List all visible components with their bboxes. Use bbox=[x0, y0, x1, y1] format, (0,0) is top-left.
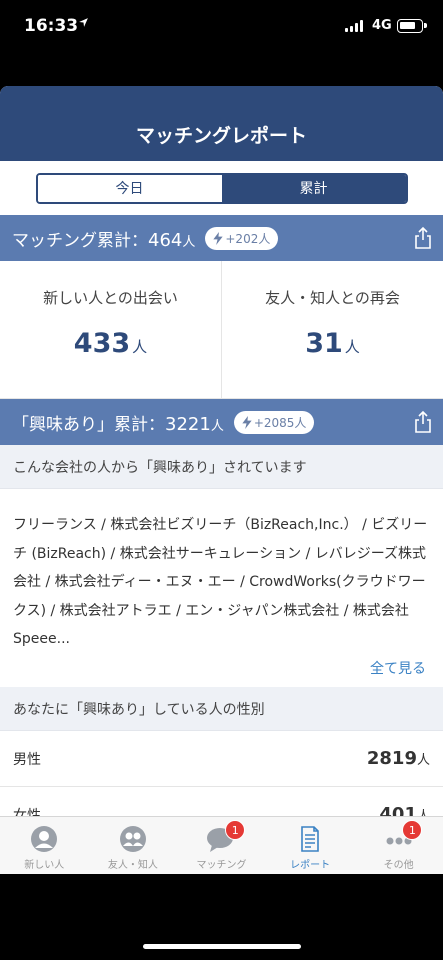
location-arrow-icon bbox=[78, 17, 89, 32]
gender-row-male: 男性 2819人 bbox=[0, 731, 443, 787]
period-segmented-control: 今日 累計 bbox=[35, 172, 408, 204]
new-encounters-number: 433 bbox=[73, 328, 131, 359]
reunion-label: 友人・知人との再会 bbox=[265, 289, 400, 307]
new-encounters-stat: 新しい人との出会い 433 人 bbox=[0, 261, 221, 398]
tab-report[interactable]: レポート bbox=[266, 817, 355, 874]
companies-list: フリーランス / 株式会社ビズリーチ（BizReach,Inc.） / ビズリー… bbox=[0, 489, 443, 687]
male-label: 男性 bbox=[13, 751, 41, 768]
tab-matching[interactable]: 1 マッチング bbox=[177, 817, 266, 874]
matching-total-unit: 人 bbox=[182, 234, 196, 250]
reunion-unit: 人 bbox=[344, 338, 360, 356]
network-type: 4G bbox=[372, 18, 392, 33]
bottom-tab-bar: 新しい人 友人・知人 1 マッチング レポート 1 その他 bbox=[0, 816, 443, 874]
interest-total-title: 「興味あり」累計：3221人 bbox=[12, 410, 224, 435]
status-time: 16:33 bbox=[24, 16, 79, 36]
segment-bar: 今日 累計 bbox=[0, 161, 443, 215]
report-icon bbox=[295, 825, 325, 853]
interest-total-bar: 「興味あり」累計：3221人 +2085人 bbox=[0, 399, 443, 445]
tab-friends-label: 友人・知人 bbox=[107, 860, 158, 871]
male-value: 2819人 bbox=[367, 748, 430, 769]
interest-total-value: 3221 bbox=[165, 413, 211, 435]
lightning-icon bbox=[242, 415, 252, 429]
tab-new-people[interactable]: 新しい人 bbox=[0, 817, 89, 874]
companies-heading: こんな会社の人から「興味あり」されています bbox=[0, 445, 443, 489]
page-header: マッチングレポート bbox=[0, 86, 443, 161]
new-encounters-label: 新しい人との出会い bbox=[43, 289, 178, 307]
battery-icon bbox=[397, 19, 427, 33]
matching-total-bar: マッチング累計：464人 +202人 bbox=[0, 215, 443, 261]
reunion-stat: 友人・知人との再会 31 人 bbox=[221, 261, 443, 398]
tab-matching-label: マッチング bbox=[196, 860, 247, 871]
matching-total-label: マッチング累計： bbox=[12, 230, 148, 251]
reunion-value: 31 人 bbox=[305, 328, 360, 359]
interest-total-unit: 人 bbox=[210, 418, 224, 434]
friends-icon bbox=[118, 825, 148, 853]
segment-total[interactable]: 累計 bbox=[221, 174, 406, 202]
new-encounters-unit: 人 bbox=[132, 338, 148, 356]
male-number: 2819 bbox=[366, 748, 417, 769]
male-unit: 人 bbox=[416, 753, 430, 768]
tab-more-label: その他 bbox=[383, 860, 414, 871]
share-icon[interactable] bbox=[413, 410, 433, 434]
see-all-link[interactable]: 全て見る bbox=[370, 658, 426, 678]
app-window: マッチングレポート 今日 累計 マッチング累計：464人 +202人 新しい人と… bbox=[0, 86, 443, 874]
matching-total-value: 464 bbox=[148, 229, 183, 251]
reunion-number: 31 bbox=[305, 328, 343, 359]
cellular-signal-icon bbox=[345, 20, 365, 32]
tab-more[interactable]: 1 その他 bbox=[354, 817, 443, 874]
interest-delta-text: +2085人 bbox=[253, 415, 307, 430]
matching-badge: 1 bbox=[225, 820, 246, 840]
page-title: マッチングレポート bbox=[135, 125, 307, 147]
new-encounters-value: 433 人 bbox=[74, 328, 147, 359]
companies-text: フリーランス / 株式会社ビズリーチ（BizReach,Inc.） / ビズリー… bbox=[13, 517, 428, 648]
tab-friends[interactable]: 友人・知人 bbox=[89, 817, 178, 874]
status-bar: 16:33 4G bbox=[0, 0, 443, 56]
interest-total-label: 「興味あり」累計： bbox=[12, 414, 165, 435]
matching-delta-badge: +202人 bbox=[205, 226, 279, 250]
matching-breakdown: 新しい人との出会い 433 人 友人・知人との再会 31 人 bbox=[0, 261, 443, 399]
person-icon bbox=[29, 825, 59, 853]
home-indicator[interactable] bbox=[143, 944, 301, 949]
share-icon[interactable] bbox=[413, 226, 433, 250]
gender-heading: あなたに「興味あり」している人の性別 bbox=[0, 687, 443, 731]
segment-today[interactable]: 今日 bbox=[37, 174, 222, 202]
matching-delta-text: +202人 bbox=[225, 231, 271, 246]
lightning-icon bbox=[213, 231, 224, 245]
more-badge: 1 bbox=[402, 820, 423, 840]
matching-total-title: マッチング累計：464人 bbox=[12, 226, 195, 251]
interest-delta-badge: +2085人 bbox=[233, 410, 315, 434]
tab-new-people-label: 新しい人 bbox=[24, 860, 65, 871]
tab-report-label: レポート bbox=[290, 860, 331, 871]
